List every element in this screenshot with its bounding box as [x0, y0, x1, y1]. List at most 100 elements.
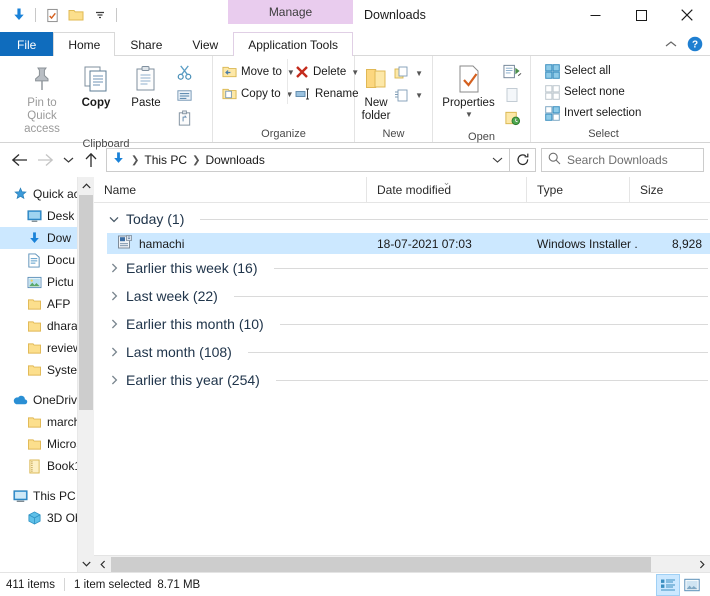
- collapse-ribbon-icon[interactable]: [660, 33, 682, 55]
- select-none-button[interactable]: Select none: [541, 82, 644, 102]
- chevron-right-icon-earlier-this-year[interactable]: [108, 375, 120, 385]
- chevron-right-icon-earlier-this-week[interactable]: [108, 263, 120, 273]
- ribbon-tab-strip: File Home Share View Application Tools ?: [0, 32, 710, 56]
- sidebar-scrollbar-thumb[interactable]: [79, 195, 93, 410]
- tab-view[interactable]: View: [177, 32, 233, 56]
- title-bar: Manage Downloads: [0, 0, 710, 32]
- search-input[interactable]: Search Downloads: [567, 153, 668, 167]
- pin-label-line1: Pin to Quick: [27, 97, 56, 122]
- scroll-right-button[interactable]: [693, 556, 710, 573]
- address-dropdown-icon[interactable]: [487, 149, 507, 171]
- easy-access-button[interactable]: ▼: [391, 85, 426, 105]
- paste-shortcut-icon[interactable]: [172, 107, 196, 129]
- group-header-today[interactable]: Today (1): [94, 205, 710, 233]
- ribbon-group-open: Properties ▼ Open: [433, 56, 531, 142]
- tab-home[interactable]: Home: [53, 32, 115, 56]
- close-button[interactable]: [664, 0, 710, 30]
- sidebar-label-desktop: Desk: [47, 209, 74, 223]
- edit-icon: [500, 84, 524, 106]
- ribbon-group-select: Select all Select none Invert selection: [531, 56, 710, 142]
- search-box[interactable]: Search Downloads: [541, 148, 704, 172]
- excel-icon: [26, 458, 42, 474]
- column-header-type[interactable]: Type: [527, 177, 630, 203]
- open-icon[interactable]: [500, 61, 524, 83]
- rename-icon: [295, 86, 311, 102]
- chevron-down-icon-today[interactable]: [108, 216, 120, 223]
- chevron-right-icon-last-month[interactable]: [108, 347, 120, 357]
- copy-to-icon: [222, 86, 237, 102]
- history-icon[interactable]: [500, 107, 524, 129]
- tab-file[interactable]: File: [0, 32, 53, 56]
- qat-properties-icon[interactable]: [41, 4, 63, 26]
- group-header-earlier-this-month[interactable]: Earlier this month (10): [94, 310, 710, 338]
- file-list-pane: Name ⌄ Date modified Type Size: [94, 177, 710, 572]
- tab-application-tools[interactable]: Application Tools: [233, 32, 353, 56]
- paste-label: Paste: [131, 97, 160, 110]
- window-title: Downloads: [364, 8, 426, 22]
- copy-button[interactable]: Copy: [72, 59, 120, 110]
- select-none-icon: [544, 84, 560, 100]
- new-folder-label-line2: folder: [362, 110, 391, 122]
- new-item-caret-icon[interactable]: ▼: [415, 69, 423, 78]
- select-all-label: Select all: [564, 65, 611, 77]
- group-header-last-week[interactable]: Last week (22): [94, 282, 710, 310]
- copy-path-icon[interactable]: [172, 84, 196, 106]
- easy-access-icon: [394, 87, 410, 103]
- onedrive-icon: [12, 392, 28, 408]
- tab-share[interactable]: Share: [115, 32, 177, 56]
- new-item-button[interactable]: ▼: [391, 63, 426, 83]
- select-all-icon: [544, 63, 560, 79]
- star-icon: [12, 186, 28, 202]
- breadcrumb-this-pc[interactable]: This PC: [141, 153, 190, 167]
- navigation-pane: Quick acc Desk Dow: [0, 177, 94, 572]
- properties-label: Properties: [442, 97, 494, 110]
- column-header-size[interactable]: Size: [630, 177, 710, 203]
- copy-to-button[interactable]: Copy to ▼: [219, 84, 287, 104]
- horizontal-scrollbar-track[interactable]: [111, 556, 693, 573]
- minimize-button[interactable]: [572, 0, 618, 30]
- maximize-button[interactable]: [618, 0, 664, 30]
- msi-installer-icon: [117, 234, 133, 253]
- qat-new-folder-icon[interactable]: [65, 4, 87, 26]
- sidebar-scrollbar[interactable]: [77, 177, 94, 572]
- select-all-button[interactable]: Select all: [541, 61, 644, 81]
- refresh-button[interactable]: [510, 148, 536, 172]
- paste-button[interactable]: Paste: [122, 59, 170, 110]
- sidebar-label-downloads: Dow: [47, 231, 71, 245]
- table-row[interactable]: hamachi 18-07-2021 07:03 Windows Install…: [107, 233, 710, 254]
- rename-button[interactable]: Rename: [292, 84, 357, 104]
- invert-selection-button[interactable]: Invert selection: [541, 103, 644, 123]
- chevron-right-icon-last-week[interactable]: [108, 291, 120, 301]
- easy-access-caret-icon[interactable]: ▼: [415, 91, 423, 100]
- column-label-type: Type: [537, 183, 563, 197]
- delete-icon: [295, 64, 309, 80]
- breadcrumb-downloads[interactable]: Downloads: [202, 153, 267, 167]
- details-view-button[interactable]: [656, 574, 680, 596]
- pin-to-quick-access-button[interactable]: Pin to Quick access: [14, 59, 70, 136]
- help-icon[interactable]: ?: [684, 33, 706, 55]
- group-header-earlier-this-week[interactable]: Earlier this week (16): [94, 254, 710, 282]
- qat-downloads-icon[interactable]: [8, 4, 30, 26]
- sidebar-scroll-down-button[interactable]: [78, 555, 94, 572]
- qat-customize-icon[interactable]: [89, 4, 111, 26]
- group-header-last-month[interactable]: Last month (108): [94, 338, 710, 366]
- column-header-name[interactable]: Name: [94, 177, 367, 203]
- scroll-left-button[interactable]: [94, 556, 111, 573]
- chevron-right-icon-earlier-this-month[interactable]: [108, 319, 120, 329]
- group-header-earlier-this-year[interactable]: Earlier this year (254): [94, 366, 710, 394]
- move-to-button[interactable]: Move to ▼: [219, 62, 287, 82]
- invert-selection-icon: [544, 105, 560, 121]
- properties-button[interactable]: Properties ▼: [438, 59, 499, 119]
- horizontal-scrollbar-thumb[interactable]: [111, 557, 651, 572]
- large-icons-view-button[interactable]: [680, 574, 704, 596]
- cut-icon[interactable]: [172, 61, 196, 83]
- sidebar-scroll-up-button[interactable]: [78, 177, 94, 194]
- new-folder-label-line1: New: [365, 97, 388, 109]
- new-folder-button[interactable]: New folder: [361, 59, 391, 123]
- horizontal-scrollbar[interactable]: [94, 555, 710, 572]
- breadcrumb-sep-1[interactable]: ❯: [190, 155, 202, 166]
- status-separator: [64, 578, 65, 591]
- column-header-date-modified[interactable]: ⌄ Date modified: [367, 177, 527, 203]
- properties-caret-icon[interactable]: ▼: [465, 110, 473, 119]
- delete-button[interactable]: Delete ▼: [292, 62, 357, 82]
